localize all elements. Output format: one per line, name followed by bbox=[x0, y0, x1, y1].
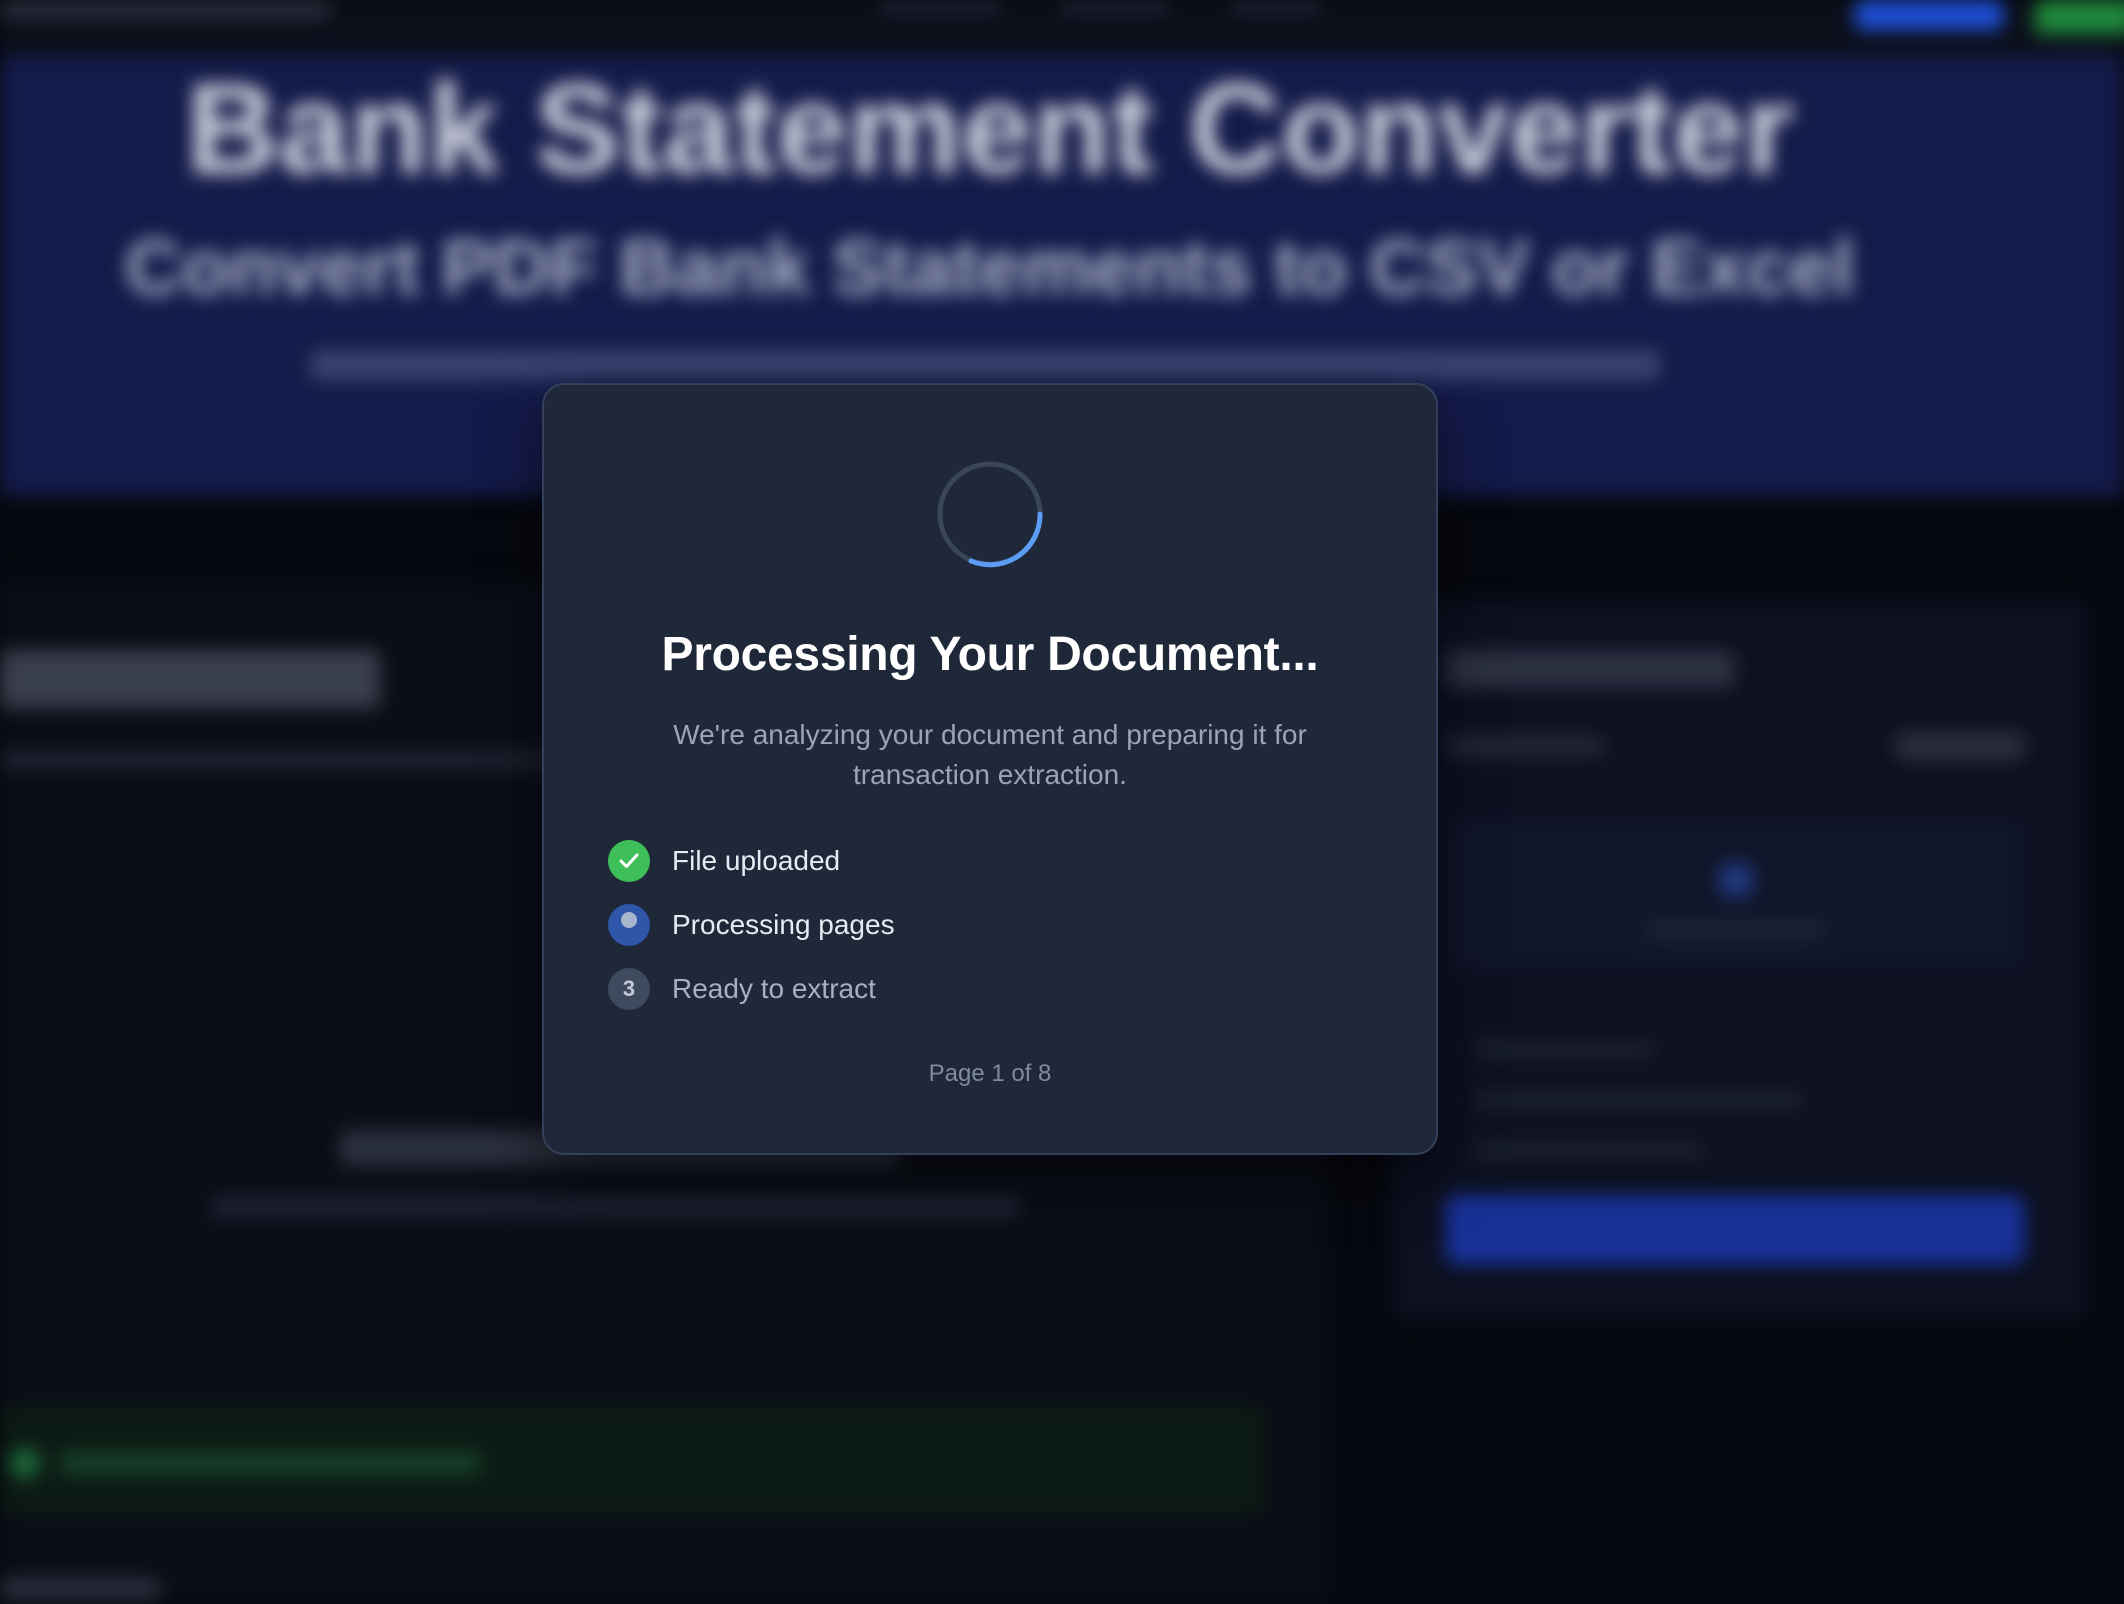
step-ready-to-extract: 3 Ready to extract bbox=[608, 968, 1368, 1010]
modal-title: Processing Your Document... bbox=[661, 628, 1319, 681]
processing-modal: Processing Your Document... We're analyz… bbox=[542, 383, 1438, 1155]
options-card-title bbox=[1445, 650, 1735, 688]
footer-text bbox=[0, 1578, 160, 1600]
nav-link[interactable] bbox=[1230, 0, 1320, 12]
step-label: Processing pages bbox=[672, 909, 895, 940]
upload-panel-description bbox=[0, 750, 560, 770]
loading-spinner-icon bbox=[936, 460, 1044, 568]
preview-box-text bbox=[1645, 920, 1825, 940]
step-file-uploaded: File uploaded bbox=[608, 840, 1368, 882]
nav-link[interactable] bbox=[1060, 0, 1170, 12]
options-row-value[interactable] bbox=[1895, 732, 2025, 760]
modal-description: We're analyzing your document and prepar… bbox=[673, 719, 1307, 790]
step-label: Ready to extract bbox=[672, 973, 876, 1004]
signup-button[interactable] bbox=[2035, 0, 2124, 34]
login-button[interactable] bbox=[1855, 0, 2003, 30]
app-screen: Bank Statement Converter Convert PDF Ban… bbox=[0, 0, 2124, 1604]
page-progress-text: Page 1 of 8 bbox=[928, 1060, 1052, 1087]
in-progress-icon bbox=[608, 904, 650, 946]
upload-panel-title bbox=[0, 650, 380, 708]
feature-list-item bbox=[1475, 1140, 1705, 1160]
hero-tagline bbox=[310, 350, 1660, 380]
feature-list-item bbox=[1475, 1090, 1805, 1110]
convert-button[interactable] bbox=[1445, 1195, 2025, 1265]
step-label: File uploaded bbox=[672, 845, 841, 876]
step-number-badge: 3 bbox=[608, 968, 650, 1010]
security-notice-text bbox=[60, 1452, 480, 1474]
nav-link[interactable] bbox=[880, 0, 1000, 12]
hero-title: Bank Statement Converter bbox=[186, 58, 1794, 201]
hero-subtitle: Convert PDF Bank Statements to CSV or Ex… bbox=[125, 223, 1855, 311]
document-icon bbox=[1718, 862, 1754, 898]
options-row-label bbox=[1445, 735, 1605, 757]
check-icon bbox=[608, 840, 650, 882]
brand-logo bbox=[0, 0, 330, 18]
feature-list-item bbox=[1475, 1040, 1655, 1060]
step-processing-pages: Processing pages bbox=[608, 904, 1368, 946]
dropzone-hint bbox=[210, 1195, 1020, 1219]
shield-icon bbox=[10, 1448, 40, 1478]
